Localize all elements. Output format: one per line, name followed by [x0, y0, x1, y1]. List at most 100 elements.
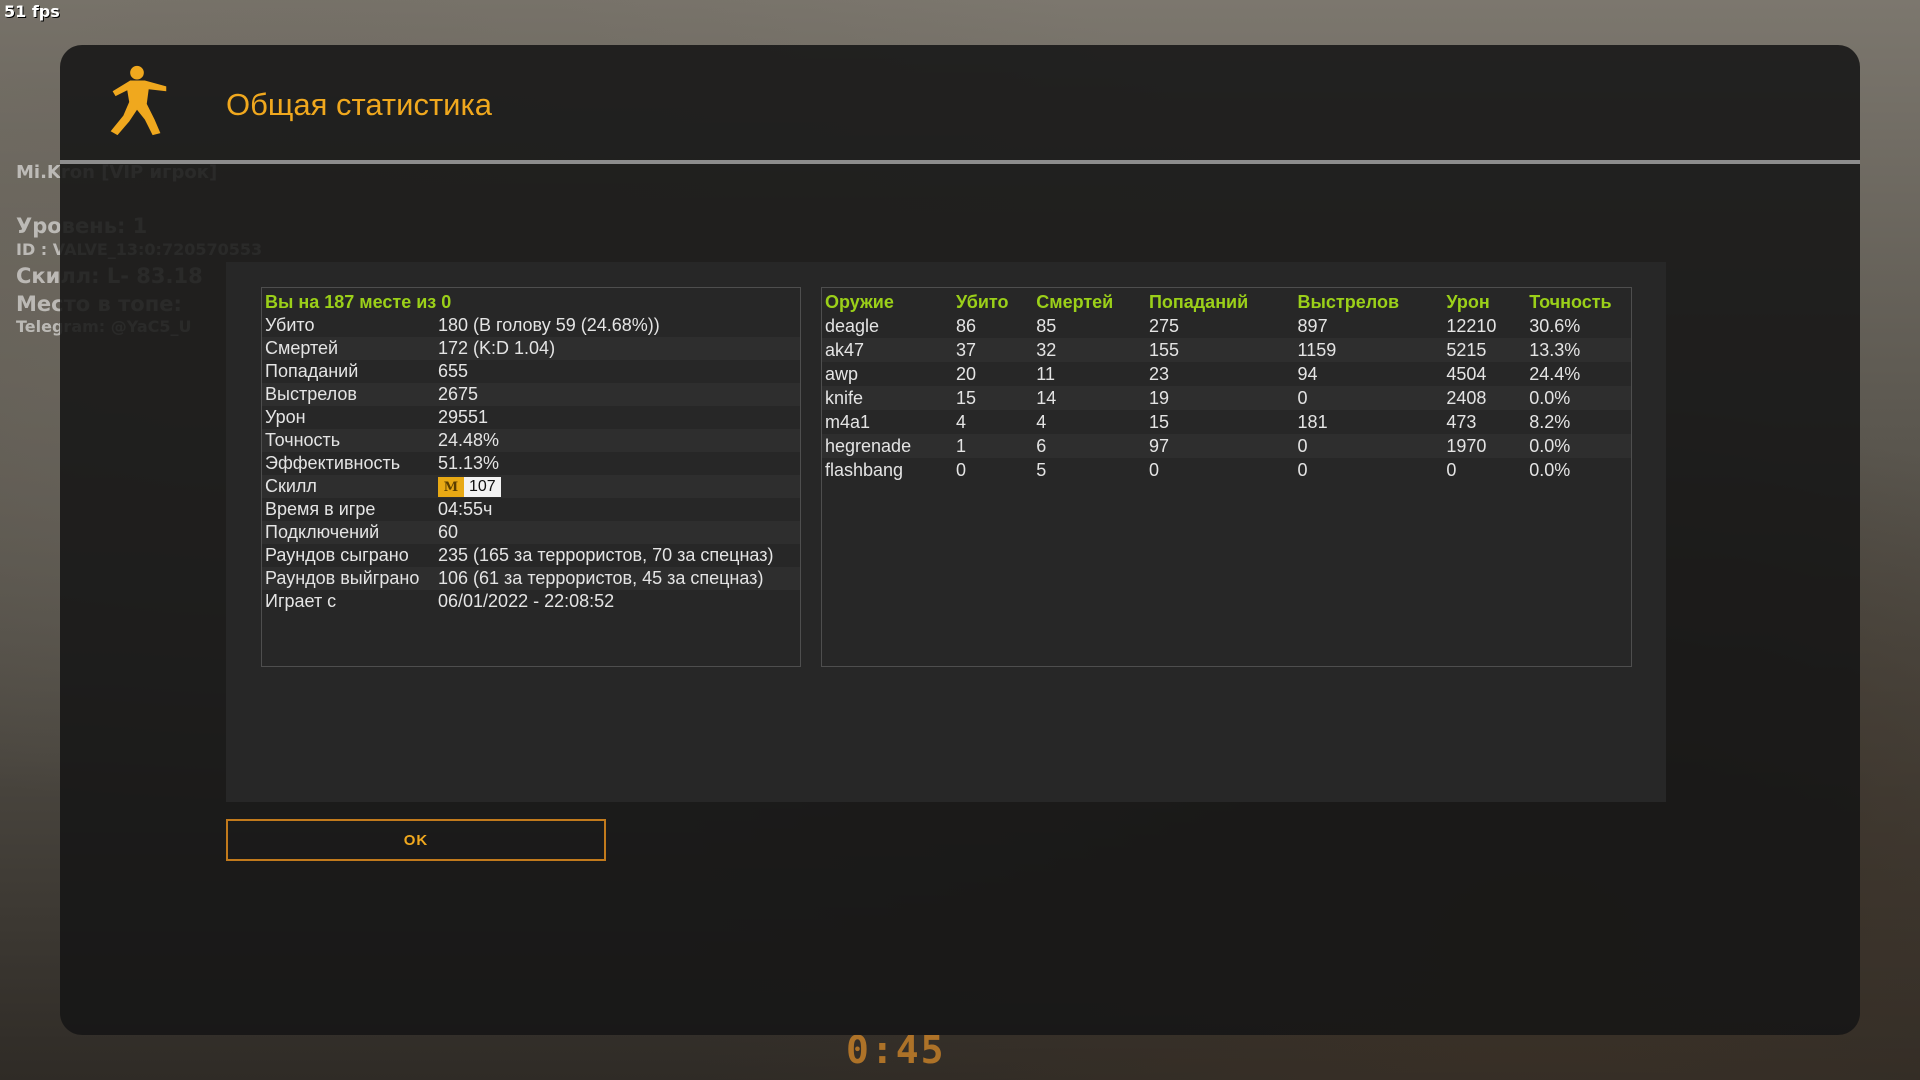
weapon-cell: 12210 [1446, 316, 1497, 336]
weapon-cell: 15 [1148, 412, 1169, 432]
stat-label: Попаданий [265, 361, 359, 381]
stat-value: 24.48% [438, 430, 500, 450]
stat-label: Эффективность [265, 453, 401, 473]
weapon-cell: m4a1 [825, 412, 871, 432]
stat-value: 235 (165 за террористов, 70 за спецназ) [438, 545, 774, 566]
dialog-title-bar: Общая статистика [60, 45, 1860, 164]
stat-row-3: Выстрелов 2675 [262, 383, 800, 406]
dialog-content: Вы на 187 месте из 0 Убито 180 (В голову … [226, 262, 1666, 802]
stat-label: Смертей [265, 338, 339, 358]
weapon-cell: 4504 [1446, 364, 1487, 384]
stat-value: 172 (K:D 1.04) [438, 338, 556, 358]
weapon-cell: 0 [1294, 434, 1444, 458]
stats-rows: Убито 180 (В голову 59 (24.68%)) Смертей 17… [262, 314, 800, 613]
stat-label: Убито [265, 315, 315, 335]
weapon-cell: 155 [1145, 338, 1295, 362]
column-header: Точность [1529, 291, 1612, 312]
stat-label: Скилл [265, 476, 317, 496]
skill-rank-icon: M [438, 477, 464, 498]
weapons-stats-table: Оружие Убито Смертей Попаданий Выстрелов Урон… [821, 287, 1632, 667]
stat-label: Подключений [265, 522, 380, 543]
column-header: Убито [955, 291, 1009, 312]
weapon-row: awp 20 11 23 94 4504 24.4% [822, 362, 1631, 386]
stat-value: 29551 [438, 407, 489, 427]
skill-value: 107 [464, 477, 501, 498]
title-divider [60, 160, 1860, 164]
weapon-row: hegrenade 1 6 97 0 1970 0.0% [822, 434, 1631, 458]
stat-row-b3: Раундов выйграно 106 (61 за террористов, … [262, 567, 800, 591]
dialog-title: Общая статистика [226, 87, 492, 122]
stat-value: M 107 [438, 476, 797, 498]
weapon-row: deagle 86 85 275 897 12210 30.6% [822, 314, 1631, 338]
weapon-row: ak47 37 32 155 1159 5215 13.3% [822, 338, 1631, 362]
stats-dialog: Общая статистика Вы на 187 месте из 0 Уб… [60, 45, 1860, 1035]
column-header: Смертей [1036, 291, 1114, 312]
weapon-cell: 0 [955, 460, 966, 480]
weapon-cell: 23 [1148, 364, 1169, 384]
weapon-cell: flashbang [825, 460, 904, 480]
skill-badge: M 107 [438, 477, 501, 498]
weapon-cell: 0 [1446, 460, 1457, 480]
stat-row-2: Попаданий 655 [262, 360, 800, 383]
weapon-row: m4a1 4 4 15 181 473 8.2% [822, 410, 1631, 434]
weapon-cell: 4 [955, 412, 966, 432]
weapon-cell: 86 [955, 316, 976, 336]
weapon-cell: 14 [1033, 386, 1146, 410]
weapon-cell: 473 [1446, 412, 1477, 432]
weapon-cell: 897 [1297, 316, 1328, 336]
stat-row-6: Эффективность 51.13% [262, 452, 800, 475]
weapon-cell: deagle [825, 316, 880, 336]
rank-header: Вы на 187 месте из 0 [265, 292, 452, 312]
stat-label: Урон [265, 407, 306, 427]
weapon-cell: 0.0% [1526, 434, 1631, 458]
weapon-cell: 8.2% [1529, 412, 1571, 432]
stat-label: Выстрелов [265, 384, 357, 404]
weapon-cell: 0.0% [1529, 460, 1571, 480]
stat-value: 60 [438, 522, 459, 543]
player-stats-table: Вы на 187 месте из 0 Убито 180 (В голову … [261, 287, 801, 667]
stat-label: Раундов сыграно [265, 545, 409, 566]
weapon-cell: 5 [1036, 460, 1047, 480]
stat-row-b2: Раундов сыграно 235 (165 за террористов, … [262, 544, 800, 567]
counter-strike-logo-icon [110, 65, 167, 136]
weapon-cell: 0 [1294, 386, 1444, 410]
weapon-row: knife 15 14 19 0 2408 0.0% [822, 386, 1631, 410]
weapon-cell: 97 [1145, 434, 1295, 458]
weapon-row: flashbang 0 5 0 0 0 0.0% [822, 458, 1631, 482]
stat-value: 180 (В голову 59 (24.68%)) [438, 315, 660, 335]
stat-row-5: Точность 24.48% [262, 429, 800, 452]
stat-value: 04:55ч [438, 499, 493, 520]
stat-row-b1: Подключений 60 [262, 521, 800, 545]
stat-row-b4: Играет с 06/01/2022 - 22:08:52 [262, 590, 800, 613]
stat-row-4: Урон 29551 [262, 406, 800, 429]
weapon-cell: 0 [1148, 460, 1159, 480]
weapon-cell: ak47 [822, 338, 953, 362]
weapons-header-row: Оружие Убито Смертей Попаданий Выстрелов Урон… [822, 290, 1631, 314]
weapon-cell: knife [822, 386, 953, 410]
weapon-cell: 1970 [1443, 434, 1527, 458]
column-header: Урон [1446, 291, 1490, 312]
weapon-cell: 19 [1145, 386, 1295, 410]
fps-counter: 51 fps [4, 2, 60, 21]
stat-row-skill: Скилл M 107 [262, 475, 800, 499]
weapon-cell: 0 [1297, 460, 1308, 480]
weapon-cell: 1159 [1294, 338, 1444, 362]
weapon-cell: 20 [955, 364, 976, 384]
weapon-cell: 94 [1297, 364, 1318, 384]
weapon-cell: 275 [1148, 316, 1179, 336]
weapon-cell: hegrenade [822, 434, 953, 458]
weapon-cell: 5215 [1443, 338, 1527, 362]
weapon-cell: awp [825, 364, 859, 384]
ok-button[interactable]: OK [226, 819, 606, 861]
weapon-cell: 2408 [1443, 386, 1527, 410]
stat-label: Время в игре [265, 499, 376, 520]
stat-row-b0: Время в игре 04:55ч [262, 498, 800, 521]
weapon-cell: 1 [952, 434, 1034, 458]
stat-value: 06/01/2022 - 22:08:52 [438, 591, 615, 612]
column-header: Выстрелов [1297, 291, 1400, 312]
stat-value: 51.13% [438, 453, 500, 473]
stat-label: Точность [265, 430, 341, 450]
weapon-cell: 24.4% [1529, 364, 1581, 384]
weapons-body: deagle 86 85 275 897 12210 30.6% ak47 37 32 155 115… [822, 314, 1631, 482]
weapon-cell: 37 [952, 338, 1034, 362]
